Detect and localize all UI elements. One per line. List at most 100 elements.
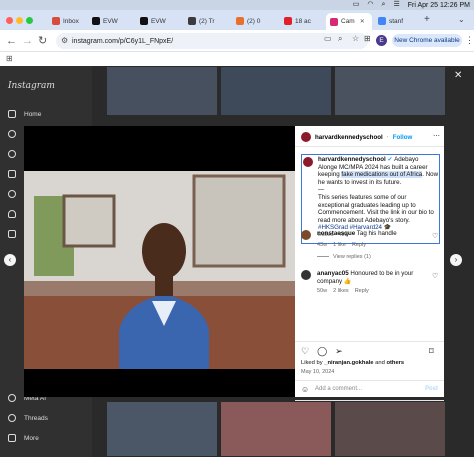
youtube-icon (284, 17, 292, 25)
reply-button[interactable]: Reply (352, 242, 366, 248)
caption-username[interactable]: harvardkennedyschool (318, 156, 386, 163)
sidebar-item-more[interactable]: More (8, 434, 39, 442)
reply-button[interactable]: Reply (355, 288, 369, 294)
post-header: harvardkennedyschool · Follow (301, 132, 441, 142)
tab-label: stanf (389, 17, 404, 25)
cast-icon[interactable]: ▭ (324, 34, 332, 43)
tab-3[interactable]: (2) Tr (184, 13, 230, 29)
next-post-button[interactable]: › (450, 254, 462, 266)
star-icon[interactable]: ☆ (352, 34, 359, 43)
close-window-button[interactable] (6, 17, 13, 24)
profile-avatar[interactable]: E (376, 35, 387, 46)
comment-body: Tag his handle (356, 230, 397, 237)
tab-1[interactable]: EVW (88, 13, 132, 29)
zoom-window-button[interactable] (26, 17, 33, 24)
comment-meta: 43w 1 like Reply (317, 242, 427, 248)
back-icon[interactable]: ← (6, 34, 17, 48)
avatar[interactable] (303, 157, 313, 167)
emoji-icon[interactable]: ☺ (301, 385, 309, 394)
x-icon (92, 17, 100, 25)
sidebar-item-threads[interactable]: Threads (8, 414, 48, 422)
follow-button[interactable]: Follow (393, 134, 413, 141)
tab-0[interactable]: Inbox (48, 13, 88, 29)
share-icon[interactable]: ➢ (335, 346, 343, 357)
liked-by: Liked by _niranjan.gokhale and others (301, 360, 441, 368)
tab-6-active[interactable]: Cam ✕ (326, 13, 372, 30)
forward-icon[interactable]: → (22, 34, 33, 48)
reels-icon (8, 170, 16, 178)
caption-body: This series features some of our excepti… (318, 193, 434, 224)
post-comment-button[interactable]: Post (425, 386, 438, 392)
sidebar-item-create[interactable] (8, 230, 16, 238)
tab-2[interactable]: EVW (136, 13, 180, 29)
sidebar-item-notifications[interactable] (8, 210, 16, 218)
grid-post[interactable] (106, 401, 218, 457)
tune-icon[interactable]: ⚙ (61, 36, 68, 45)
grid-post[interactable] (334, 66, 446, 116)
view-replies[interactable]: View replies (1) (317, 254, 427, 260)
tab-label: EVW (103, 17, 118, 25)
avatar[interactable] (301, 230, 311, 240)
address-bar[interactable]: ⚙ instagram.com/p/C6y1L_FNpxE/ (56, 33, 368, 49)
tab-7[interactable]: stanf (374, 13, 418, 29)
post-username[interactable]: harvardkennedyschool (315, 134, 383, 141)
heart-icon (8, 210, 16, 218)
comment-likes[interactable]: 1 like (333, 242, 346, 248)
add-comment-input[interactable]: Add a comment... (315, 386, 362, 392)
menu-icon[interactable]: ⋮ (465, 35, 474, 46)
sidebar-item-explore[interactable] (8, 150, 16, 158)
apps-grid-icon[interactable]: ⊞ (6, 54, 13, 63)
comment-username[interactable]: nonstaesque (317, 230, 355, 237)
sidebar-item-home[interactable]: Home (8, 110, 41, 118)
tab-4[interactable]: (2) 0 (232, 13, 278, 29)
wifi-icon[interactable]: ◠ (367, 1, 373, 9)
close-modal-icon[interactable]: ✕ (454, 70, 462, 81)
zoom-icon[interactable]: ⌕ (338, 34, 342, 44)
sidebar-item-reels[interactable] (8, 170, 16, 178)
more-options-icon[interactable]: ⋯ (433, 132, 440, 140)
search-icon[interactable]: ⌕ (382, 1, 386, 9)
comment-emoji: 👍 (343, 277, 352, 285)
instagram-logo[interactable]: Instagram (8, 81, 55, 91)
like-comment-icon[interactable]: ♡ (432, 232, 438, 240)
tab-search-icon[interactable]: ⌄ (458, 15, 465, 24)
minimize-window-button[interactable] (16, 17, 23, 24)
comment-icon[interactable]: ◯ (317, 346, 327, 357)
comment-username[interactable]: ananyac05 (317, 270, 349, 277)
tab-5[interactable]: 18 ac (280, 13, 326, 29)
screen-mirror-icon[interactable]: ▭ (353, 1, 360, 9)
add-comment-bar: ☺ Add a comment... Post (295, 380, 444, 397)
system-menubar: ▭ ◠ ⌕ ☰ Fri Apr 25 12:26 PM (0, 0, 474, 10)
new-tab-icon[interactable]: + (424, 14, 430, 25)
divider (295, 146, 444, 147)
liked-by-user[interactable]: _niranjan.gokhale (324, 360, 373, 366)
avatar[interactable] (301, 132, 311, 142)
gmail-icon (52, 17, 60, 25)
extensions-icon[interactable]: ⊞ (364, 34, 371, 43)
avatar[interactable] (301, 270, 311, 280)
reload-icon[interactable]: ↻ (38, 34, 47, 48)
sidebar-item-messages[interactable] (8, 190, 16, 198)
grid-post[interactable] (220, 66, 332, 116)
new-chrome-button[interactable]: New Chrome available (392, 34, 462, 47)
liked-by-others[interactable]: others (386, 360, 404, 366)
bookmark-icon[interactable]: ⌑ (429, 346, 434, 357)
grid-post[interactable] (334, 401, 446, 457)
close-tab-icon[interactable]: ✕ (360, 18, 365, 25)
post-details-panel: harvardkennedyschool · Follow ⋯ harvardk… (295, 126, 444, 401)
like-comment-icon[interactable]: ♡ (432, 272, 438, 280)
search-icon (8, 130, 16, 138)
control-center-icon[interactable]: ☰ (393, 1, 399, 9)
post-date: May 10, 2024 (301, 369, 335, 375)
grid-post[interactable] (220, 401, 332, 457)
like-icon[interactable]: ♡ (301, 346, 309, 357)
grid-post[interactable] (106, 66, 218, 116)
post-image[interactable] (24, 126, 295, 397)
bookmarks-bar: ⊞ (0, 52, 474, 66)
previous-post-button[interactable]: ‹ (4, 254, 16, 266)
threads-icon (8, 414, 16, 422)
page-icon (236, 17, 244, 25)
sidebar-item-search[interactable] (8, 130, 16, 138)
comment-likes[interactable]: 2 likes (333, 288, 349, 294)
tab-label: Cam (341, 18, 355, 25)
